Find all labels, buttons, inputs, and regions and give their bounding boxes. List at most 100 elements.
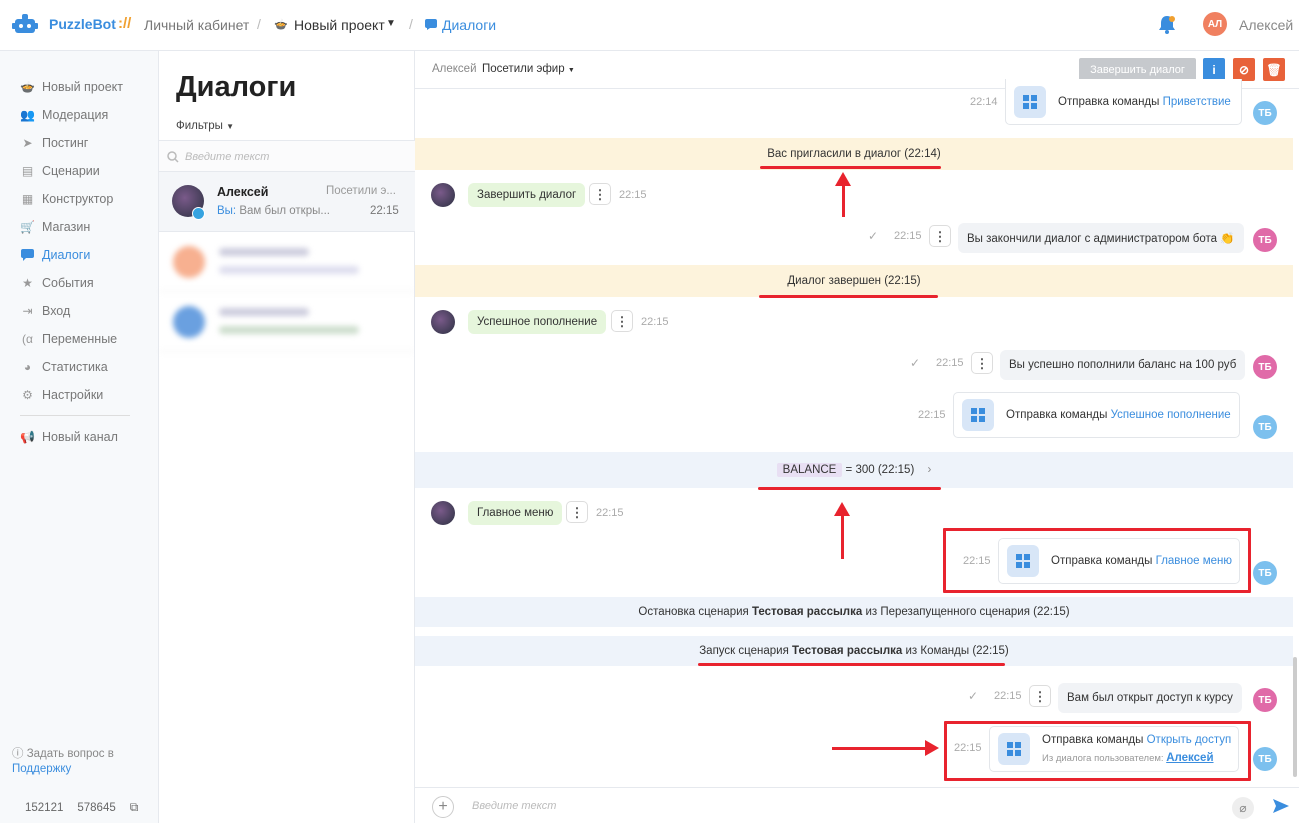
dialog-list-panel: Диалоги Фильтры ▼ Введите текст Алексей … <box>159 51 415 823</box>
more-options-icon[interactable]: ⋮ <box>566 501 588 523</box>
annotation-underline <box>698 663 1005 666</box>
megaphone-icon: 📢 <box>20 429 35 444</box>
command-label: Отправка команды Успешное пополнение <box>1006 409 1231 421</box>
dialog-list-item-blurred[interactable] <box>159 292 415 352</box>
puzzlebot-logo-icon[interactable] <box>12 13 38 37</box>
scenario-name: Тестовая рассылка <box>792 645 903 657</box>
brand-separator: :// <box>118 15 132 32</box>
search-bar[interactable]: Введите текст <box>159 140 415 172</box>
sidebar-item-statistics[interactable]: ◕ Статистика <box>20 359 108 374</box>
sidebar-item-label: Новый канал <box>42 429 118 444</box>
trash-icon[interactable]: 🗑 <box>1263 58 1285 81</box>
chat-tag-dropdown[interactable]: Посетили эфир ▼ <box>482 63 575 75</box>
message-input[interactable]: Введите текст <box>472 800 556 812</box>
sidebar-item-label: Диалоги <box>42 247 91 262</box>
command-message[interactable]: Отправка команды Открыть доступ Из диало… <box>989 726 1239 772</box>
sidebar-item-constructor[interactable]: ▦ Конструктор <box>20 191 113 206</box>
sidebar-item-label: Постинг <box>42 135 89 150</box>
breadcrumb-cabinet[interactable]: Личный кабинет <box>144 17 249 33</box>
block-icon[interactable]: ⊘ <box>1233 58 1255 81</box>
scenario-name: Тестовая рассылка <box>751 606 863 618</box>
search-input[interactable]: Введите текст <box>185 151 269 163</box>
sidebar-item-shop[interactable]: 🛒 Магазин <box>20 219 90 234</box>
send-icon: ➤ <box>22 135 33 150</box>
more-options-icon[interactable]: ⋮ <box>1029 685 1051 707</box>
command-label: Отправка команды Открыть доступ <box>1042 731 1231 749</box>
more-options-icon[interactable]: ⋮ <box>611 310 633 332</box>
command-link[interactable]: Приветствие <box>1163 96 1231 108</box>
bell-icon[interactable] <box>1158 15 1176 34</box>
system-message: Запуск сценария Тестовая рассылка из Ком… <box>415 636 1293 666</box>
command-message[interactable]: Отправка команды Приветствие <box>1005 79 1242 125</box>
attach-icon[interactable]: ⌀ <box>1232 797 1254 819</box>
send-icon[interactable] <box>1273 799 1289 813</box>
caret-down-icon[interactable]: ▼ <box>386 18 396 29</box>
user-message: Завершить диалог <box>468 183 586 207</box>
sidebar-item-posting[interactable]: ➤ Постинг <box>20 135 88 150</box>
end-dialog-button[interactable]: Завершить диалог <box>1079 58 1196 81</box>
more-options-icon[interactable]: ⋮ <box>929 225 951 247</box>
sidebar-item-label: Настройки <box>42 387 104 402</box>
sidebar-item-moderation[interactable]: 👥 Модерация <box>20 107 108 122</box>
message-prefix: Вы: <box>217 205 237 217</box>
copy-icon[interactable]: ⧉ <box>130 800 139 815</box>
chevron-right-icon[interactable]: › <box>927 464 931 476</box>
source-user-link[interactable]: Алексей <box>1166 752 1213 764</box>
brand-name[interactable]: PuzzleBot <box>49 16 116 32</box>
message-time: 22:15 <box>619 189 647 201</box>
sidebar-item-events[interactable]: ★ События <box>20 275 94 290</box>
account-ids: 152121 578645 ⧉ <box>25 800 138 815</box>
system-text: Запуск сценария <box>699 645 792 657</box>
command-link[interactable]: Открыть доступ <box>1147 734 1232 746</box>
dialog-name: Алексей <box>217 185 269 199</box>
sidebar-item-variables[interactable]: (α Переменные <box>20 331 117 346</box>
system-text: из Команды (22:15) <box>902 645 1009 657</box>
support-link[interactable]: Поддержку <box>12 763 71 775</box>
sidebar-item-new-project[interactable]: 🍲 Новый проект <box>20 79 123 94</box>
breadcrumb-dialogs[interactable]: Диалоги <box>442 17 496 33</box>
sidebar-item-new-channel[interactable]: 📢 Новый канал <box>20 429 118 444</box>
more-options-icon[interactable]: ⋮ <box>971 352 993 374</box>
message-input-bar: + Введите текст ⌀ <box>415 787 1299 823</box>
sidebar-item-label: Статистика <box>42 359 108 374</box>
dialog-list-item-blurred[interactable] <box>159 232 415 292</box>
bot-avatar: ТБ <box>1253 101 1277 125</box>
info-icon[interactable]: i <box>1203 58 1225 81</box>
variable-name: BALANCE <box>776 463 843 477</box>
sidebar-item-label: Модерация <box>42 107 109 122</box>
filters-dropdown[interactable]: Фильтры ▼ <box>176 120 234 132</box>
system-text: из Перезапущенного сценария (22:15) <box>862 606 1070 618</box>
variable-change-message[interactable]: BALANCE = 300 (22:15) › <box>415 452 1293 488</box>
sidebar-item-settings[interactable]: ⚙ Настройки <box>20 387 103 402</box>
user-avatar <box>431 501 455 525</box>
top-bar: PuzzleBot :// Личный кабинет / 🍲 Новый п… <box>0 0 1299 51</box>
command-message[interactable]: Отправка команды Успешное пополнение <box>953 392 1240 438</box>
command-prefix: Отправка команды <box>1051 555 1153 567</box>
user-avatar[interactable]: АЛ <box>1203 12 1227 36</box>
dialog-tag: Посетили э... <box>326 185 396 197</box>
sidebar-item-dialogs[interactable]: Диалоги <box>20 247 90 262</box>
sidebar-item-label: Новый проект <box>42 79 124 94</box>
breadcrumb-project[interactable]: Новый проект <box>294 17 385 33</box>
command-link[interactable]: Главное меню <box>1156 555 1232 567</box>
account-id: 578645 <box>77 801 116 814</box>
grid-icon <box>998 733 1030 765</box>
user-message: Успешное пополнение <box>468 310 607 334</box>
sidebar-item-scenarios[interactable]: ▤ Сценарии <box>20 163 100 178</box>
breadcrumb-separator: / <box>409 16 413 32</box>
scrollbar[interactable] <box>1293 657 1297 777</box>
message-time: 22:15 <box>994 690 1022 702</box>
bot-message: Вы успешно пополнили баланс на 100 руб <box>1000 350 1246 380</box>
command-link[interactable]: Успешное пополнение <box>1111 409 1231 421</box>
dialog-list-item[interactable]: Алексей Посетили э... Вы: Вам был откры.… <box>159 172 415 232</box>
plus-icon[interactable]: + <box>432 796 454 818</box>
command-message[interactable]: Отправка команды Главное меню <box>998 538 1240 584</box>
star-icon: ★ <box>22 275 33 290</box>
command-body: Отправка команды Открыть доступ Из диало… <box>1042 731 1231 768</box>
user-name[interactable]: Алексей <box>1239 17 1293 33</box>
annotation-underline <box>759 295 938 298</box>
sidebar-item-login[interactable]: ⇥ Вход <box>20 303 70 318</box>
help-block: ⓘ Задать вопрос в Поддержку <box>12 747 114 777</box>
more-options-icon[interactable]: ⋮ <box>589 183 611 205</box>
user-avatar <box>431 310 455 334</box>
